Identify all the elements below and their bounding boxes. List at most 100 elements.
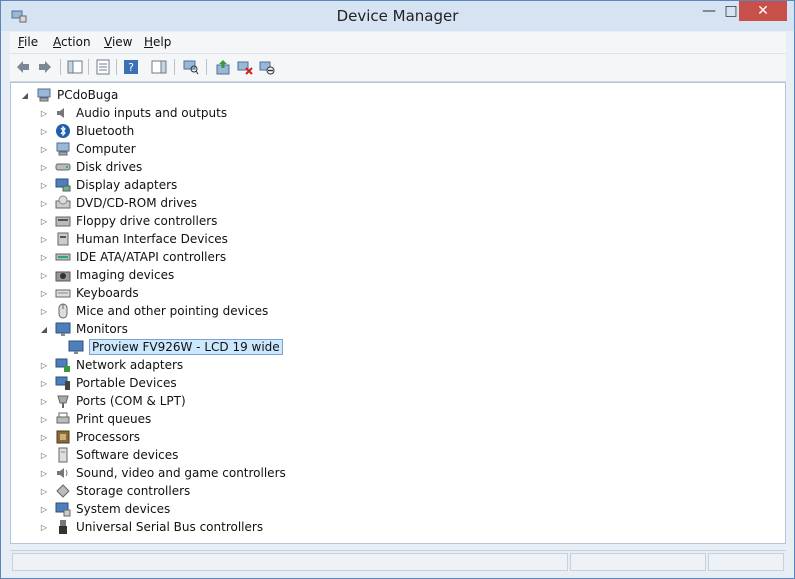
category-label: Portable Devices: [76, 376, 177, 390]
usb-icon: [55, 519, 71, 535]
camera-icon: [55, 267, 71, 283]
device-tree[interactable]: ◢ PCdoBuga ▷ Audio inputs and outputs ▷ Blu…: [10, 82, 786, 544]
expand-arrow-icon[interactable]: ▷: [39, 288, 49, 298]
tree-category[interactable]: ▷ Audio inputs and outputs: [39, 104, 227, 122]
tree-category[interactable]: ▷ Floppy drive controllers: [39, 212, 218, 230]
port-icon: [55, 393, 71, 409]
collapse-arrow-icon[interactable]: ◢: [20, 90, 30, 100]
tree-category[interactable]: ▷ Computer: [39, 140, 136, 158]
tree-category[interactable]: ▷ Network adapters: [39, 356, 183, 374]
expand-arrow-icon[interactable]: ▷: [39, 450, 49, 460]
expand-arrow-icon[interactable]: ▷: [39, 396, 49, 406]
expand-arrow-icon[interactable]: ▷: [39, 198, 49, 208]
category-label: Human Interface Devices: [76, 232, 228, 246]
tree-category[interactable]: ▷ Disk drives: [39, 158, 142, 176]
expand-arrow-icon[interactable]: ▷: [39, 144, 49, 154]
properties-button[interactable]: [94, 58, 112, 76]
tree-category[interactable]: ▷ Keyboards: [39, 284, 139, 302]
update-driver-icon: [216, 60, 230, 75]
keyboard-icon: [55, 285, 71, 301]
help-icon: ?: [124, 60, 138, 74]
help-button[interactable]: ?: [122, 58, 140, 76]
expand-arrow-icon[interactable]: ▷: [39, 252, 49, 262]
show-hide-console-tree-button[interactable]: [66, 58, 84, 76]
tree-category[interactable]: ▷ Sound, video and game controllers: [39, 464, 286, 482]
forward-button[interactable]: [36, 58, 54, 76]
category-label: Imaging devices: [76, 268, 175, 282]
tree-category[interactable]: ▷ Storage controllers: [39, 482, 190, 500]
back-icon: [17, 61, 29, 73]
expand-arrow-icon[interactable]: ▷: [39, 162, 49, 172]
tree-category[interactable]: ▷ Human Interface Devices: [39, 230, 228, 248]
tree-category[interactable]: ▷ System devices: [39, 500, 170, 518]
toolbar-separator: [206, 59, 207, 75]
menu-file[interactable]: File: [18, 35, 38, 49]
expand-arrow-icon[interactable]: ▷: [39, 468, 49, 478]
maximize-icon: □: [724, 3, 738, 19]
title-bar[interactable]: Device Manager — □ ✕: [1, 1, 794, 31]
category-label: System devices: [76, 502, 171, 516]
menu-view[interactable]: View: [104, 35, 132, 49]
category-label: DVD/CD-ROM drives: [76, 196, 198, 210]
menu-action[interactable]: Action: [53, 35, 91, 49]
scan-hardware-button[interactable]: [182, 58, 200, 76]
update-driver-button[interactable]: [214, 58, 232, 76]
close-button[interactable]: ✕: [739, 1, 787, 21]
network-adapter-icon: [55, 357, 71, 373]
tree-category[interactable]: ▷ Portable Devices: [39, 374, 177, 392]
tree-category[interactable]: ▷ Processors: [39, 428, 140, 446]
category-label: Ports (COM & LPT): [76, 394, 186, 408]
monitor-device[interactable]: Proview FV926W - LCD 19 wide: [68, 338, 283, 356]
back-button[interactable]: [14, 58, 32, 76]
tree-category[interactable]: ▷ Software devices: [39, 446, 178, 464]
disable-button[interactable]: [258, 58, 276, 76]
expand-arrow-icon[interactable]: ▷: [39, 234, 49, 244]
tree-category[interactable]: ▷ Ports (COM & LPT): [39, 392, 186, 410]
category-label: Monitors: [76, 322, 128, 336]
expand-arrow-icon[interactable]: ▷: [39, 378, 49, 388]
expand-arrow-icon[interactable]: ▷: [39, 486, 49, 496]
uninstall-button[interactable]: [236, 58, 254, 76]
hid-icon: [55, 231, 71, 247]
disable-icon: [259, 61, 275, 75]
tree-category[interactable]: ▷ Mice and other pointing devices: [39, 302, 268, 320]
tree-category[interactable]: ▷ Universal Serial Bus controllers: [39, 518, 263, 536]
scan-hardware-icon: [183, 60, 199, 75]
expand-arrow-icon[interactable]: ▷: [39, 432, 49, 442]
tree-category[interactable]: ▷ Print queues: [39, 410, 151, 428]
expand-arrow-icon[interactable]: ▷: [39, 270, 49, 280]
show-action-pane-button[interactable]: [150, 58, 168, 76]
tree-root[interactable]: ◢ PCdoBuga: [20, 86, 118, 104]
expand-arrow-icon[interactable]: ▷: [39, 180, 49, 190]
tree-category[interactable]: ▷ Imaging devices: [39, 266, 174, 284]
tree-category[interactable]: ▷ DVD/CD-ROM drives: [39, 194, 197, 212]
disk-drive-icon: [55, 159, 71, 175]
category-label: Software devices: [76, 448, 179, 462]
expand-arrow-icon[interactable]: ▷: [39, 414, 49, 424]
display-adapter-icon: [55, 177, 71, 193]
category-label: Sound, video and game controllers: [76, 466, 286, 480]
expand-arrow-icon[interactable]: ▷: [39, 126, 49, 136]
category-label: Network adapters: [76, 358, 184, 372]
properties-icon: [96, 59, 110, 75]
expand-arrow-icon[interactable]: ▷: [39, 522, 49, 532]
storage-controller-icon: [55, 483, 71, 499]
expand-arrow-icon[interactable]: ▷: [39, 108, 49, 118]
category-label: Processors: [76, 430, 141, 444]
expand-arrow-icon[interactable]: ▷: [39, 504, 49, 514]
expand-arrow-icon[interactable]: ▷: [39, 360, 49, 370]
tree-category[interactable]: ◢ Monitors: [39, 320, 128, 338]
tree-category[interactable]: ▷ IDE ATA/ATAPI controllers: [39, 248, 226, 266]
tree-category[interactable]: ▷ Display adapters: [39, 176, 177, 194]
menu-help[interactable]: Help: [144, 35, 171, 49]
mouse-icon: [55, 303, 71, 319]
category-label: Mice and other pointing devices: [76, 304, 269, 318]
computer-icon: [36, 87, 52, 103]
status-bar: [10, 550, 786, 573]
expand-arrow-icon[interactable]: ▷: [39, 216, 49, 226]
category-label: Floppy drive controllers: [76, 214, 218, 228]
speaker-icon: [55, 105, 71, 121]
tree-category[interactable]: ▷ Bluetooth: [39, 122, 134, 140]
collapse-arrow-icon[interactable]: ◢: [39, 324, 49, 334]
expand-arrow-icon[interactable]: ▷: [39, 306, 49, 316]
